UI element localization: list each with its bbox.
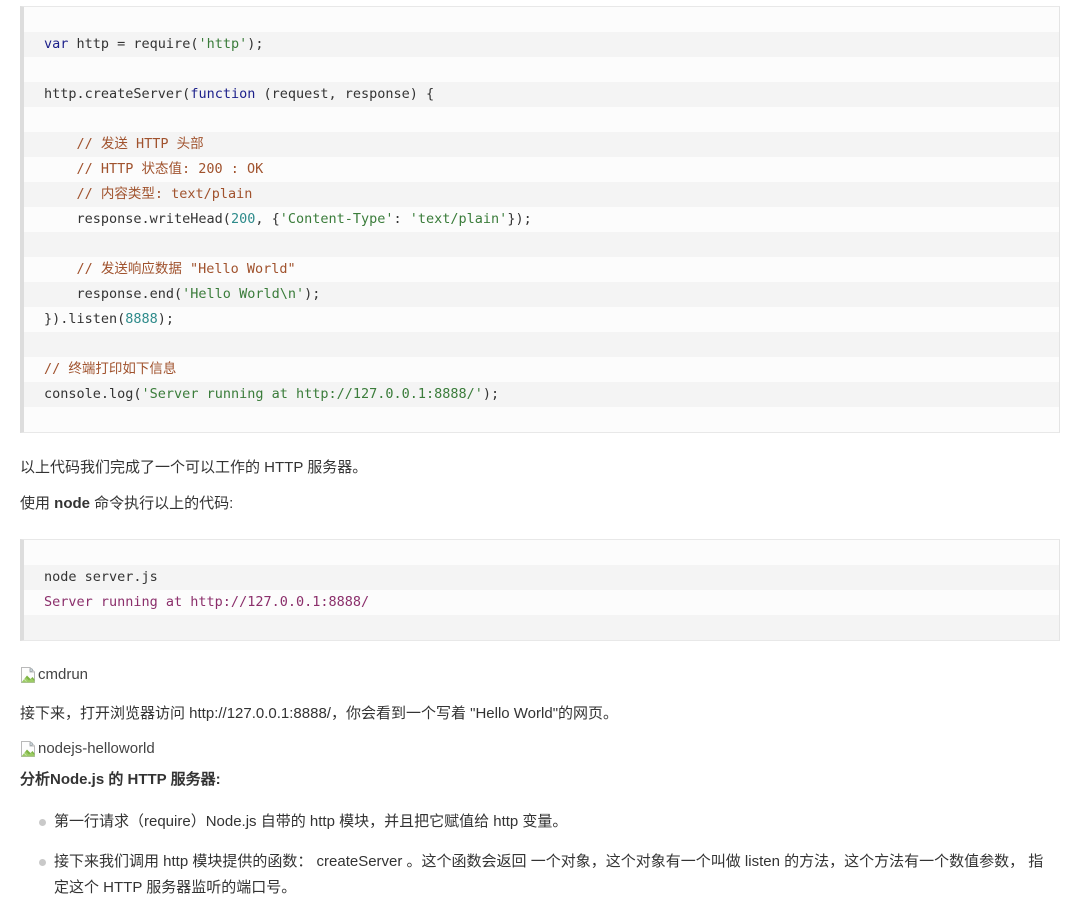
code-line-blank <box>24 332 1059 357</box>
code-token: 'Content-Type' <box>279 211 394 227</box>
code-token: , { <box>255 211 280 227</box>
code-line: http.createServer(function (request, res… <box>24 82 1059 107</box>
code-token: // HTTP 状态值: 200 : OK <box>44 161 264 177</box>
image-cmdrun[interactable]: cmdrun <box>0 665 1076 685</box>
run-command-suffix: 命令执行以上的代码: <box>90 495 234 512</box>
code-token: ); <box>157 311 175 327</box>
code-line: var http = require('http'); <box>24 32 1059 57</box>
code-token: ); <box>304 286 321 302</box>
run-command-keyword: node <box>54 495 91 512</box>
code-token: // 发送响应数据 "Hello World" <box>44 261 296 277</box>
code-token: 200 <box>230 211 256 227</box>
paragraph-result: 以上代码我们完成了一个可以工作的 HTTP 服务器。 <box>20 459 368 476</box>
paragraph-run-command: 使用 node 命令执行以上的代码: <box>0 493 1076 515</box>
code-token: response.end( <box>44 286 183 302</box>
code-line: // 发送响应数据 "Hello World" <box>24 257 1059 282</box>
code-token: 'text/plain' <box>409 211 508 227</box>
code-line: response.end('Hello World\n'); <box>24 282 1059 307</box>
run-command-prefix: 使用 <box>20 495 55 512</box>
code-line-blank <box>24 57 1059 82</box>
code-token: node server.js <box>44 569 158 585</box>
list-item: 第一行请求（require）Node.js 自带的 http 模块，并且把它赋值… <box>20 809 1056 835</box>
code-line-blank <box>24 107 1059 132</box>
code-line: // HTTP 状态值: 200 : OK <box>24 157 1059 182</box>
code-block-server-js[interactable]: var http = require('http'); http.createS… <box>20 6 1060 433</box>
code-token: 8888 <box>125 311 158 327</box>
code-line-blank <box>24 540 1059 565</box>
code-block-terminal-output[interactable]: node server.js Server running at http://1… <box>20 539 1060 641</box>
code-line-blank <box>24 407 1059 432</box>
broken-image-icon <box>20 741 36 757</box>
code-token: http = <box>76 36 134 52</box>
code-token: }).listen( <box>44 311 126 327</box>
code-token: 'Hello World\n' <box>182 286 305 302</box>
code-token: // 发送 HTTP 头部 <box>44 136 204 152</box>
code-token: http.createServer( <box>44 86 191 102</box>
code-line: node server.js <box>24 565 1059 590</box>
code-line: console.log('Server running at http://12… <box>24 382 1059 407</box>
image-nodejs-helloworld[interactable]: nodejs-helloworld <box>0 739 1076 759</box>
code-token: : <box>393 211 410 227</box>
code-token: (request, response) { <box>255 86 435 102</box>
code-token: var <box>44 36 77 52</box>
code-token: 'http' <box>198 36 248 52</box>
code-token: function <box>190 86 256 102</box>
broken-image-icon <box>20 667 36 683</box>
article-page: var http = require('http'); http.createS… <box>0 6 1076 901</box>
code-token: // 终端打印如下信息 <box>44 361 177 377</box>
code-line: // 发送 HTTP 头部 <box>24 132 1059 157</box>
code-line-blank <box>24 7 1059 32</box>
image-cmdrun-alt-text: cmdrun <box>38 666 89 683</box>
code-line-blank <box>24 615 1059 640</box>
list-item: 接下来我们调用 http 模块提供的函数： createServer 。这个函数… <box>20 849 1056 901</box>
code-token: ); <box>482 386 500 402</box>
code-line: // 内容类型: text/plain <box>24 182 1059 207</box>
code-line: Server running at http://127.0.0.1:8888/ <box>24 590 1059 615</box>
image-helloworld-alt-text: nodejs-helloworld <box>38 740 155 757</box>
code-token: response.writeHead( <box>44 211 231 227</box>
code-token: 'Server running at http://127.0.0.1:8888… <box>141 386 483 402</box>
code-line-blank <box>24 232 1059 257</box>
code-token: // 内容类型: text/plain <box>44 186 253 202</box>
code-line: }).listen(8888); <box>24 307 1059 332</box>
code-token: ); <box>247 36 264 52</box>
code-line: // 终端打印如下信息 <box>24 357 1059 382</box>
code-token: console.log( <box>44 386 142 402</box>
analysis-bullet-list: 第一行请求（require）Node.js 自带的 http 模块，并且把它赋值… <box>0 809 1076 901</box>
paragraph-open-browser: 接下来，打开浏览器访问 http://127.0.0.1:8888/，你会看到一… <box>20 705 619 722</box>
code-token: }); <box>507 211 532 227</box>
code-token: Server running at http://127.0.0.1:8888/ <box>44 594 370 610</box>
code-line: response.writeHead(200, {'Content-Type':… <box>24 207 1059 232</box>
code-token: require( <box>133 36 199 52</box>
heading-analysis: 分析Node.js 的 HTTP 服务器: <box>20 771 221 788</box>
